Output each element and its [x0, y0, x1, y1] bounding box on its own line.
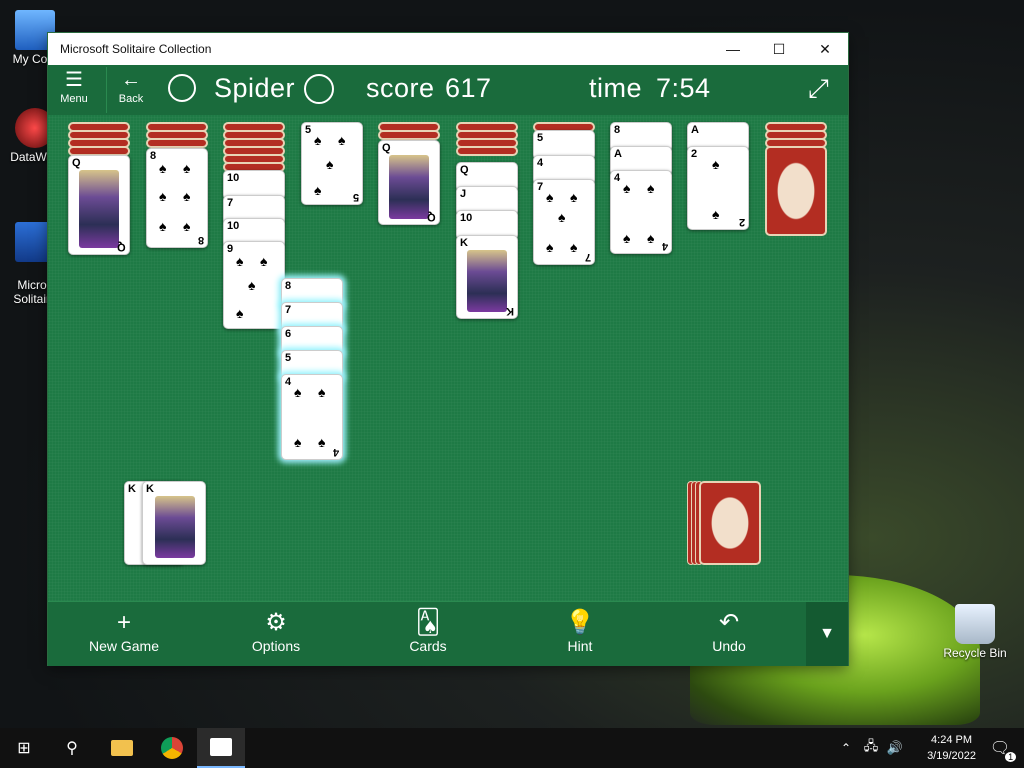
new-game-button[interactable]: + New Game	[69, 608, 179, 654]
time-label: time	[589, 73, 643, 103]
card-king-spades[interactable]: K K	[456, 235, 518, 319]
recycle-bin-icon	[955, 604, 995, 644]
solitaire-taskbar-button[interactable]	[197, 728, 245, 768]
game-header: ☰ Menu ← Back Spider score 617 time 7:54…	[48, 65, 848, 115]
dragged-card-4-spades[interactable]: 4 ♠ ♠ ♠ ♠ 4	[281, 374, 343, 460]
card-2-spades[interactable]: 2 ♠ ♠ 2	[687, 146, 749, 230]
card-7-spades[interactable]: 7 ♠ ♠ ♠ ♠ ♠ 7	[533, 179, 595, 265]
notification-count: 1	[1005, 752, 1017, 762]
volume-icon[interactable]: 🔊	[884, 728, 906, 768]
solitaire-window: Microsoft Solitaire Collection — ☐ ✕ ☰ M…	[48, 33, 848, 666]
face-down-card	[146, 138, 208, 148]
taskbar: ⊞ ⚲ ⌃ 🖧 🔊 4:24 PM 3/19/2022 🗨 1	[0, 728, 1024, 768]
notification-button[interactable]: 🗨 1	[976, 728, 1024, 768]
options-button[interactable]: ⚙ Options	[221, 608, 331, 654]
bottom-toolbar: + New Game ⚙ Options 🂡 Cards 💡 Hint ↶ Un…	[48, 601, 848, 666]
search-button[interactable]: ⚲	[48, 728, 96, 768]
card-8-spades[interactable]: 8 ♠ ♠ ♠ ♠ ♠ ♠ 8	[146, 148, 208, 248]
clock[interactable]: 4:24 PM 3/19/2022	[927, 732, 976, 764]
completed-set-king: K	[142, 481, 206, 565]
search-icon: ⚲	[66, 740, 78, 757]
hint-button[interactable]: 💡 Hint	[525, 608, 635, 654]
time-value: 7:54	[656, 73, 711, 103]
card-back-art-icon	[773, 156, 819, 226]
king-figure-icon	[155, 496, 195, 558]
cards-button[interactable]: 🂡 Cards	[373, 608, 483, 654]
notification-icon: 🗨 1	[990, 738, 1017, 762]
face-down-card[interactable]	[765, 146, 827, 236]
chrome-icon	[161, 737, 183, 759]
tray-overflow-icon[interactable]: ⌃	[836, 728, 856, 768]
chrome-button[interactable]	[148, 728, 196, 768]
desktop-icon-recycle-bin[interactable]: Recycle Bin	[940, 604, 1010, 660]
card-queen-spades[interactable]: Q Q	[68, 155, 130, 255]
undo-icon: ↶	[718, 609, 740, 636]
queen-figure-icon	[79, 170, 119, 248]
score-value: 617	[445, 73, 492, 103]
hamburger-icon: ☰	[65, 69, 83, 91]
window-title: Microsoft Solitaire Collection	[60, 42, 212, 56]
folder-icon	[111, 740, 133, 756]
cards-icon	[210, 738, 232, 756]
face-down-card	[378, 130, 440, 140]
lightbulb-icon: 💡	[565, 609, 595, 636]
game-name: Spider	[214, 73, 296, 103]
stock-pile[interactable]	[699, 481, 761, 565]
card-5-spades[interactable]: 5 ♠ ♠ ♠ ♠ 5	[301, 122, 363, 205]
minimize-button[interactable]: —	[710, 33, 756, 65]
maximize-icon: ☐	[772, 40, 786, 57]
cards-icon: 🂡	[415, 609, 441, 636]
start-button[interactable]: ⊞	[0, 728, 48, 768]
maximize-button[interactable]: ☐	[756, 33, 802, 65]
file-explorer-button[interactable]	[98, 728, 146, 768]
score-label: score	[366, 73, 435, 103]
card-4-spades[interactable]: 4 ♠ ♠ ♠ ♠ 4	[610, 170, 672, 254]
network-icon[interactable]: 🖧	[860, 728, 882, 768]
title-bar[interactable]: Microsoft Solitaire Collection — ☐ ✕	[48, 33, 848, 65]
daily-challenge-icon	[304, 74, 334, 104]
card-9-spades[interactable]: 9 ♠ ♠ ♠ ♠	[223, 241, 285, 329]
fullscreen-icon[interactable]: ⤢	[808, 73, 829, 105]
undo-button[interactable]: ↶ Undo	[674, 608, 784, 654]
gear-icon: ⚙	[265, 609, 287, 636]
queen-figure-icon	[389, 155, 429, 219]
menu-button[interactable]: ☰ Menu	[50, 67, 98, 113]
close-button[interactable]: ✕	[802, 33, 848, 65]
spider-web-icon	[168, 74, 196, 102]
plus-icon: +	[116, 609, 131, 636]
back-arrow-icon: ←	[121, 69, 141, 91]
back-button[interactable]: ← Back	[106, 67, 155, 113]
king-figure-icon	[467, 250, 507, 312]
game-board: ☰ Menu ← Back Spider score 617 time 7:54…	[48, 65, 848, 666]
card-back-art-icon	[707, 491, 753, 555]
toolbar-collapse-button[interactable]: ▼	[806, 602, 848, 666]
card-queen-spades[interactable]: Q Q	[378, 140, 440, 225]
minimize-icon: —	[726, 41, 740, 57]
chevron-down-icon: ▼	[819, 625, 835, 642]
close-icon: ✕	[819, 40, 831, 57]
face-down-card	[456, 146, 518, 156]
windows-icon: ⊞	[17, 740, 31, 757]
